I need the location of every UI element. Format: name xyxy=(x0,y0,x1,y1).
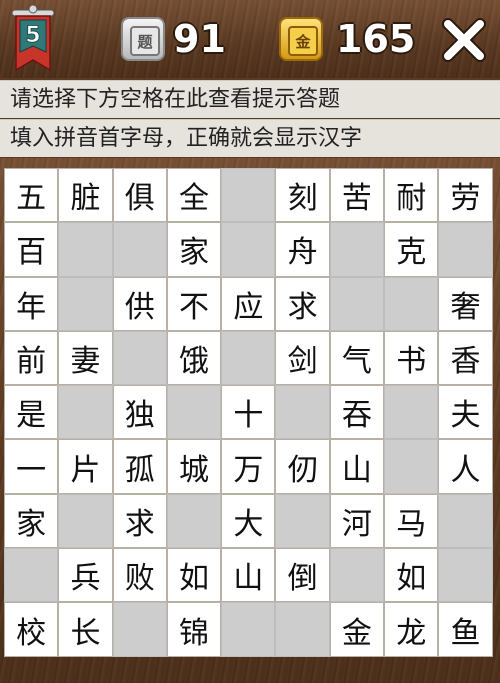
grid-cell[interactable]: 劳 xyxy=(438,168,493,223)
grid-cell[interactable]: 校 xyxy=(4,602,59,657)
grid-cell-empty[interactable] xyxy=(58,276,113,331)
grid-cell[interactable]: 锦 xyxy=(166,602,222,657)
close-icon xyxy=(442,18,486,62)
grid-cell[interactable]: 仞 xyxy=(275,439,330,494)
grid-cell[interactable]: 书 xyxy=(384,330,439,386)
grid-cell[interactable]: 香 xyxy=(438,330,493,386)
grid-cell-empty[interactable] xyxy=(166,385,222,440)
grid-cell[interactable]: 年 xyxy=(4,276,59,331)
grid-cell[interactable]: 片 xyxy=(58,439,113,494)
grid-cell-empty[interactable] xyxy=(221,222,276,277)
grid-cell[interactable]: 应 xyxy=(221,276,276,331)
grid-cell-empty[interactable] xyxy=(275,385,330,440)
grid-cell[interactable]: 百 xyxy=(4,222,59,277)
grid-cell[interactable]: 妻 xyxy=(58,330,113,386)
grid-cell[interactable]: 刻 xyxy=(275,168,330,223)
grid-cell[interactable]: 不 xyxy=(166,276,222,331)
grid-cell[interactable]: 长 xyxy=(58,602,113,657)
grid-cell[interactable]: 家 xyxy=(4,493,59,549)
grid-cell-empty[interactable] xyxy=(438,222,493,277)
grid-cell[interactable]: 供 xyxy=(112,276,167,331)
grid-cell[interactable]: 倒 xyxy=(275,548,330,603)
grid-cell-empty[interactable] xyxy=(384,439,439,494)
grid-cell-empty[interactable] xyxy=(384,276,439,331)
grid-cell-empty[interactable] xyxy=(329,276,385,331)
grid-cell-empty[interactable] xyxy=(58,493,113,549)
grid-cell[interactable]: 脏 xyxy=(58,168,113,223)
question-count: 91 xyxy=(173,17,226,61)
grid-cell[interactable]: 一 xyxy=(4,439,59,494)
grid-cell[interactable]: 奢 xyxy=(438,276,493,331)
grid-cell-empty[interactable] xyxy=(384,385,439,440)
grid-cell-empty[interactable] xyxy=(221,602,276,657)
question-count-icon: 题 xyxy=(121,17,165,61)
grid-cell[interactable]: 马 xyxy=(384,493,439,549)
grid-cell[interactable]: 求 xyxy=(112,493,167,549)
grid-cell[interactable]: 求 xyxy=(275,276,330,331)
grid-cell[interactable]: 大 xyxy=(221,493,276,549)
grid-cell-empty[interactable] xyxy=(166,493,222,549)
grid-cell[interactable]: 前 xyxy=(4,330,59,386)
grid-cell-empty[interactable] xyxy=(112,222,167,277)
grid-cell[interactable]: 河 xyxy=(329,493,385,549)
grid-cell[interactable]: 俱 xyxy=(112,168,167,223)
grid-cell[interactable]: 山 xyxy=(329,439,385,494)
grid-cell[interactable]: 兵 xyxy=(58,548,113,603)
grid-cell[interactable]: 夫 xyxy=(438,385,493,440)
grid-cell[interactable]: 克 xyxy=(384,222,439,277)
grid-cell-empty[interactable] xyxy=(58,385,113,440)
grid-cell[interactable]: 剑 xyxy=(275,330,330,386)
grid-cell[interactable]: 人 xyxy=(438,439,493,494)
coin-count: 165 xyxy=(336,17,416,61)
grid-cell-empty[interactable] xyxy=(221,330,276,386)
grid-cell[interactable]: 吞 xyxy=(329,385,385,440)
grid-cell[interactable]: 如 xyxy=(166,548,222,603)
close-button[interactable] xyxy=(436,12,492,68)
grid-cell[interactable]: 苦 xyxy=(329,168,385,223)
level-number: 5 xyxy=(25,23,40,48)
grid-cell[interactable]: 独 xyxy=(112,385,167,440)
grid-cell[interactable]: 十 xyxy=(221,385,276,440)
grid-cell-empty[interactable] xyxy=(112,330,167,386)
grid-cell[interactable]: 金 xyxy=(329,602,385,657)
grid-cell[interactable]: 城 xyxy=(166,439,222,494)
grid-cell-empty[interactable] xyxy=(329,548,385,603)
grid-cell-empty[interactable] xyxy=(438,548,493,603)
top-bar: 5 题 91 金 165 xyxy=(0,0,500,78)
grid-cell-empty[interactable] xyxy=(275,493,330,549)
grid-cell-empty[interactable] xyxy=(438,493,493,549)
grid-cell[interactable]: 万 xyxy=(221,439,276,494)
puzzle-grid: 五脏俱全刻苦耐劳百家舟克年供不应求奢前妻饿剑气书香是独十吞夫一片孤城万仞山人家求… xyxy=(4,168,493,657)
grid-cell[interactable]: 是 xyxy=(4,385,59,440)
grid-cell[interactable]: 气 xyxy=(329,330,385,386)
coin-icon-label: 金 xyxy=(288,26,318,56)
grid-cell[interactable]: 耐 xyxy=(384,168,439,223)
grid-cell-empty[interactable] xyxy=(112,602,167,657)
grid-cell[interactable]: 饿 xyxy=(166,330,222,386)
coin-icon: 金 xyxy=(279,17,323,61)
grid-cell[interactable]: 如 xyxy=(384,548,439,603)
grid-cell[interactable]: 山 xyxy=(221,548,276,603)
grid-cell-empty[interactable] xyxy=(4,548,59,603)
grid-cell[interactable]: 家 xyxy=(166,222,222,277)
grid-cell[interactable]: 败 xyxy=(112,548,167,603)
grid-cell[interactable]: 五 xyxy=(4,168,59,223)
level-badge[interactable]: 5 xyxy=(8,4,58,76)
hint-line-2: 填入拼音首字母，正确就会显示汉字 xyxy=(0,119,500,157)
grid-cell[interactable]: 龙 xyxy=(384,602,439,657)
grid-cell-empty[interactable] xyxy=(221,168,276,223)
grid-cell-empty[interactable] xyxy=(275,602,330,657)
grid-cell-empty[interactable] xyxy=(58,222,113,277)
question-icon-label: 题 xyxy=(130,26,160,56)
grid-cell[interactable]: 鱼 xyxy=(438,602,493,657)
hint-line-1: 请选择下方空格在此查看提示答题 xyxy=(0,80,500,118)
grid-cell-empty[interactable] xyxy=(329,222,385,277)
grid-cell[interactable]: 舟 xyxy=(275,222,330,277)
grid-cell[interactable]: 孤 xyxy=(112,439,167,494)
grid-cell[interactable]: 全 xyxy=(166,168,222,223)
